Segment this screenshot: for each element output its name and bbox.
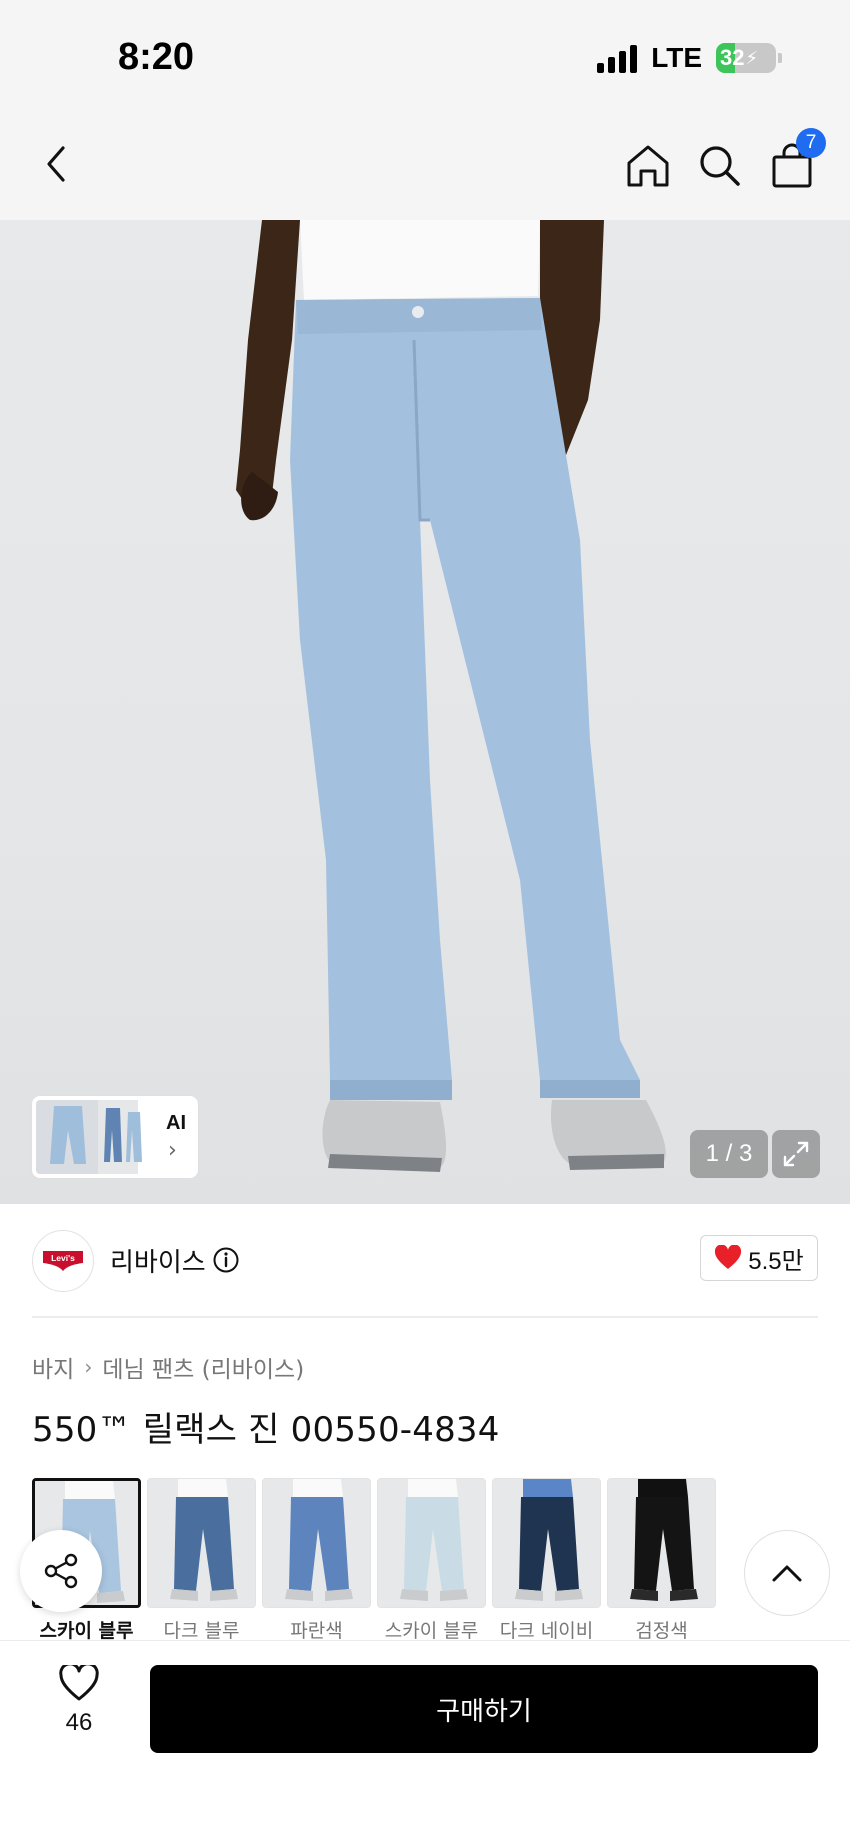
expand-button[interactable] — [772, 1130, 820, 1178]
color-label: 파란색 — [290, 1620, 343, 1642]
home-icon — [627, 145, 669, 187]
breadcrumb-subcategory[interactable]: 데님 팬츠 (리바이스) — [102, 1350, 304, 1384]
color-option[interactable]: 파란색 — [262, 1478, 371, 1643]
svg-text:Levi's: Levi's — [51, 1253, 75, 1263]
levis-logo-icon: Levi's — [43, 1251, 83, 1271]
search-icon — [700, 146, 740, 186]
color-swatch — [492, 1478, 601, 1608]
color-label: 스카이 블루 — [39, 1620, 134, 1642]
status-indicators: LTE 32 ⚡ — [597, 40, 782, 76]
color-swatch — [262, 1478, 371, 1608]
color-swatch — [377, 1478, 486, 1608]
product-photo — [236, 220, 666, 1172]
color-label: 다크 네이비 — [499, 1620, 594, 1642]
nav-header: 7 — [0, 110, 850, 220]
status-time: 8:20 — [118, 36, 195, 78]
cart-count-badge: 7 — [796, 128, 826, 158]
home-button[interactable] — [620, 138, 676, 194]
color-option[interactable]: 다크 네이비 — [492, 1478, 601, 1643]
chevron-left-icon — [47, 146, 65, 182]
chevron-up-icon — [772, 1565, 802, 1582]
share-button[interactable] — [20, 1530, 102, 1612]
signal-icon — [597, 43, 638, 73]
cart-button[interactable]: 7 — [764, 128, 826, 194]
search-button[interactable] — [692, 138, 748, 194]
brand-like-button[interactable]: 5.5만 — [700, 1235, 818, 1281]
brand-like-count: 5.5만 — [748, 1247, 804, 1275]
divider — [32, 1316, 818, 1318]
color-swatch — [607, 1478, 716, 1608]
chevron-right-icon: › — [84, 1355, 93, 1379]
product-title: 550™ 릴랙스 진 00550-4834 — [32, 1410, 500, 1450]
color-label: 다크 블루 — [163, 1620, 240, 1642]
battery-level: 32 — [720, 45, 745, 70]
wishlist-count: 46 — [65, 1709, 93, 1736]
heart-filled-icon — [715, 1245, 742, 1269]
battery-cap — [778, 53, 782, 63]
ai-preview-image — [36, 1100, 142, 1174]
color-option[interactable]: 검정색 — [607, 1478, 716, 1643]
share-icon — [44, 1553, 78, 1589]
color-swatch — [147, 1478, 256, 1608]
status-bar: 8:20 LTE 32 ⚡ — [0, 0, 850, 110]
wishlist-button[interactable]: 46 — [36, 1665, 122, 1761]
breadcrumb: 바지 › 데님 팬츠 (리바이스) — [32, 1350, 304, 1384]
color-options: 스카이 블루 다크 블루 파란색 스카이 블루 다크 네이비 검정색 — [32, 1478, 716, 1643]
ai-fitting-thumbnail[interactable]: AI › — [32, 1096, 198, 1178]
brand-row: Levi's 리바이스 5.5만 — [0, 1204, 850, 1316]
brand-name[interactable]: 리바이스 — [110, 1242, 206, 1279]
brand-logo[interactable]: Levi's — [32, 1230, 94, 1292]
product-image-gallery[interactable]: AI › 1 / 3 — [0, 220, 850, 1204]
battery-icon: 32 ⚡ — [716, 43, 776, 73]
color-label: 검정색 — [635, 1620, 688, 1642]
back-button[interactable] — [30, 138, 82, 190]
color-option[interactable]: 스카이 블루 — [377, 1478, 486, 1643]
scroll-to-top-button[interactable] — [744, 1530, 830, 1616]
expand-icon — [783, 1141, 809, 1167]
bottom-action-bar: 46 구매하기 — [0, 1640, 850, 1842]
charging-icon: ⚡ — [745, 47, 759, 69]
network-label: LTE — [651, 42, 702, 73]
ai-label: AI — [166, 1112, 186, 1134]
color-option[interactable]: 다크 블루 — [147, 1478, 256, 1643]
breadcrumb-category[interactable]: 바지 — [32, 1350, 74, 1384]
image-page-indicator: 1 / 3 — [690, 1130, 768, 1178]
chevron-right-icon: › — [168, 1138, 177, 1163]
heart-outline-icon — [59, 1665, 99, 1701]
color-label: 스카이 블루 — [384, 1620, 479, 1642]
info-icon[interactable] — [212, 1246, 240, 1274]
buy-button[interactable]: 구매하기 — [150, 1665, 818, 1753]
